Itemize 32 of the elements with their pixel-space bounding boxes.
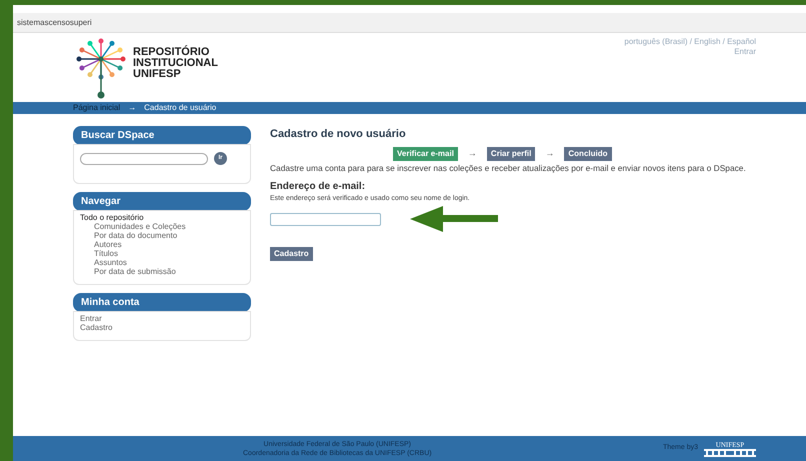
nav-link[interactable]: Por data de submissão: [80, 267, 244, 276]
account-link[interactable]: Cadastro: [80, 323, 244, 332]
field-label: Endereço de e-mail:: [270, 180, 366, 194]
logo-text: UNIFESP: [133, 69, 182, 80]
logo-text: INSTITUCIONAL: [133, 58, 218, 69]
nav-link[interactable]: Autores: [80, 240, 244, 249]
step-label: Criar perfil: [486, 146, 536, 160]
panel-header: Navegar: [73, 192, 251, 211]
step-arrow: →: [468, 146, 477, 160]
page-title: Cadastro de novo usuário: [270, 127, 407, 142]
nav-link[interactable]: Assuntos: [80, 258, 244, 267]
nav-link[interactable]: Títulos: [80, 249, 244, 258]
panel-header: Minha conta: [73, 293, 251, 312]
address-bar[interactable]: sistemascensosuperi: [13, 13, 806, 33]
step-label: Verificar e-mail: [393, 146, 458, 160]
logo-text: REPOSITÓRIO: [133, 47, 210, 58]
account-link[interactable]: Entrar: [80, 314, 244, 323]
panel-header: Buscar DSpace: [73, 126, 251, 145]
step-label: Concluido: [564, 146, 612, 160]
breadcrumb-separator: →: [128, 102, 136, 114]
intro-text: Cadastre uma conta para para se inscrever nas coleções e receber atualizações por e-mail e enviar novos itens para o DSpace.: [270, 164, 747, 172]
nav-link[interactable]: Todo o repositório: [80, 213, 244, 222]
nav-link[interactable]: Comunidades e Coleções: [80, 222, 244, 231]
building-icon: [704, 448, 756, 456]
submit-button[interactable]: Cadastro: [270, 247, 313, 261]
breadcrumb-link[interactable]: Página inicial: [73, 102, 120, 114]
email-field[interactable]: [270, 212, 381, 226]
arrow-icon: [410, 206, 498, 232]
search-field[interactable]: [80, 152, 208, 164]
nav-link[interactable]: Por data do documento: [80, 231, 244, 240]
step-arrow: →: [545, 146, 554, 160]
breadcrumb-link[interactable]: Cadastro de usuário: [144, 102, 216, 114]
